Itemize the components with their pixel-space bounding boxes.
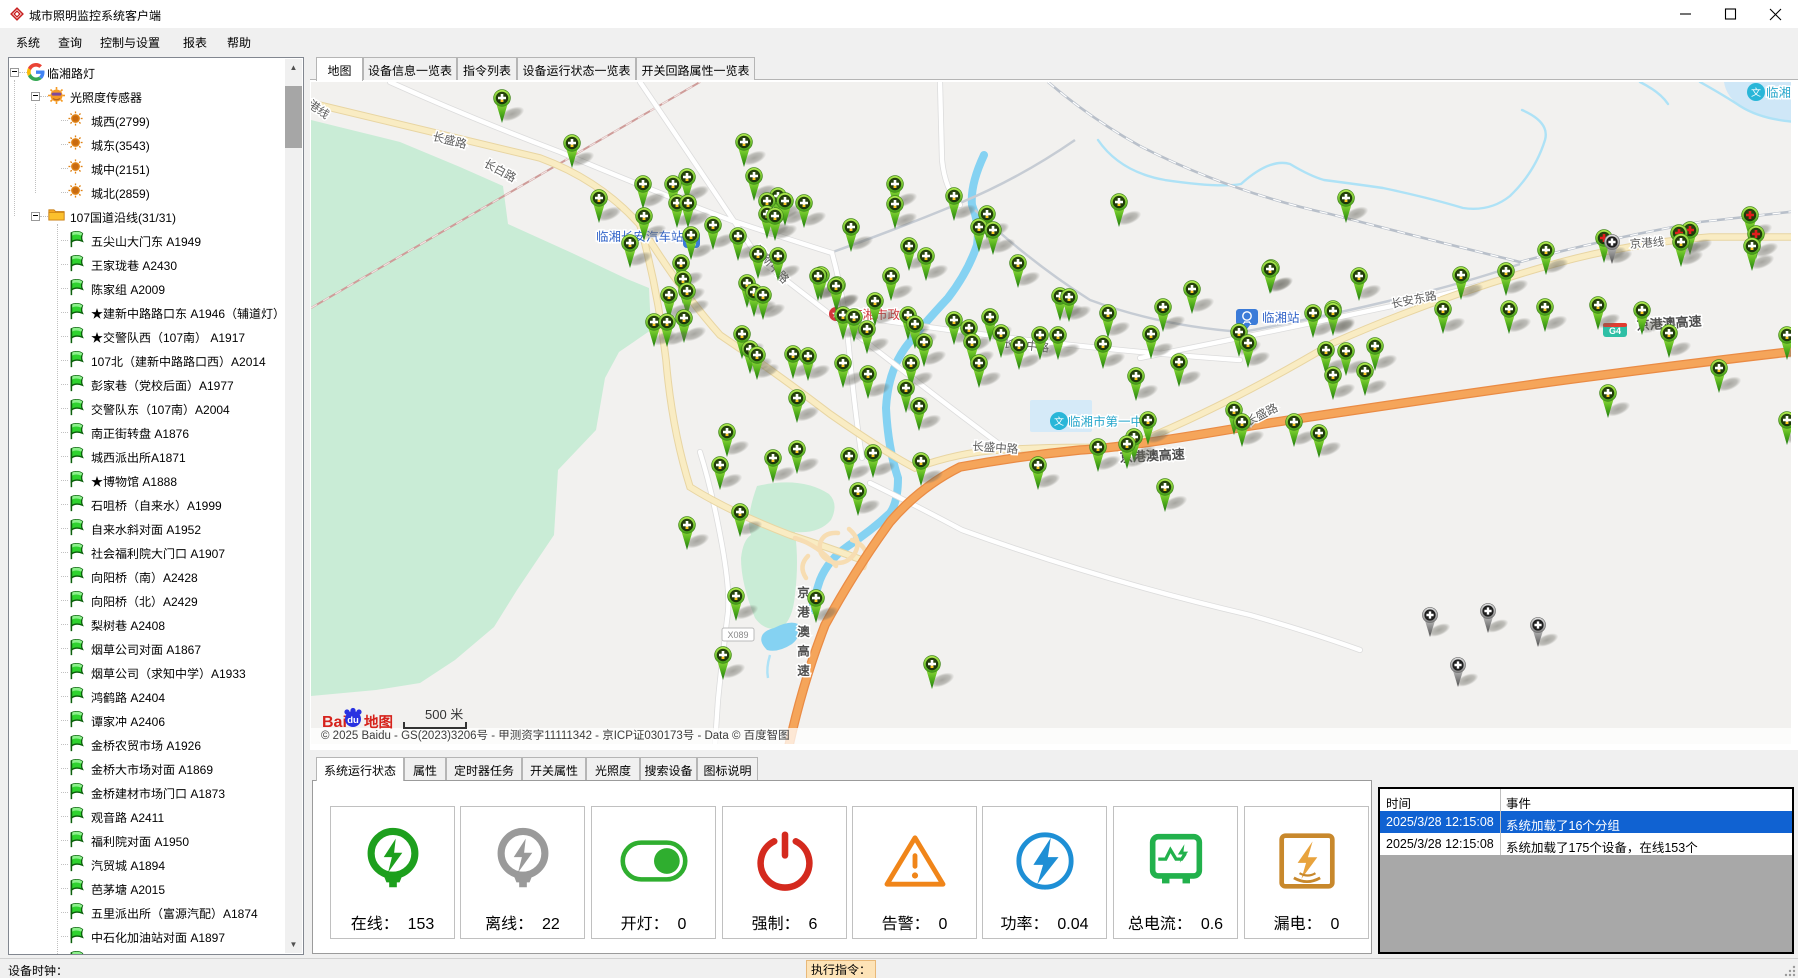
svg-text:500 米: 500 米 — [425, 707, 463, 722]
svg-text:京港澳高速: 京港澳高速 — [795, 582, 809, 680]
svg-text:G4: G4 — [1609, 326, 1621, 336]
svg-text:文: 文 — [1751, 87, 1761, 99]
svg-text:Bai: Bai — [322, 714, 347, 731]
svg-text:文: 文 — [1054, 416, 1064, 428]
svg-text:京港线: 京港线 — [1629, 236, 1665, 251]
svg-text:临湘站: 临湘站 — [1262, 311, 1300, 325]
svg-text:临湘长安汽车站: 临湘长安汽车站 — [596, 230, 684, 244]
svg-text:地图: 地图 — [364, 714, 393, 731]
svg-text:du: du — [347, 715, 359, 726]
svg-text:临湘市: 临湘市 — [1766, 86, 1791, 100]
svg-text:X089: X089 — [727, 630, 748, 640]
